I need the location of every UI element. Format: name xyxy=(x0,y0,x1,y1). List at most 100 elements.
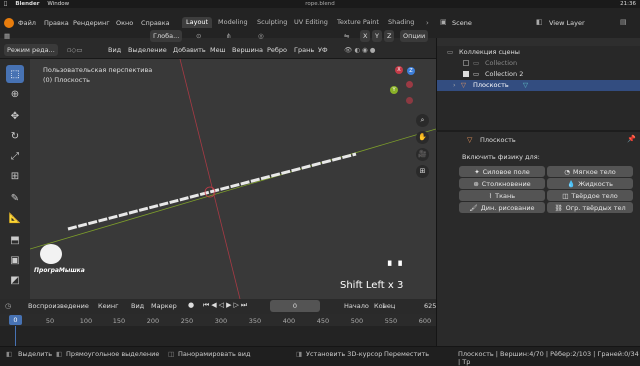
x-axis-line xyxy=(179,59,241,299)
rigid-constraint-button[interactable]: ⛓ Огр. твёрдых тел xyxy=(547,202,633,213)
menu-window[interactable]: Окно xyxy=(116,19,133,27)
menu-view[interactable]: Вид xyxy=(108,44,121,56)
app-name[interactable]: Blender xyxy=(15,1,39,7)
view-layer-name[interactable]: View Layer xyxy=(549,19,585,27)
marker-menu[interactable]: Маркер xyxy=(151,302,177,310)
mirror-icon[interactable]: ⇋ xyxy=(344,30,349,42)
force-field-button[interactable]: ✦ Силовое поле xyxy=(459,166,545,177)
mode-dropdown[interactable]: Режим реда... xyxy=(4,44,58,56)
outliner-row-collection[interactable]: ▭ Collection xyxy=(437,58,640,69)
tab-modeling[interactable]: Modeling xyxy=(214,17,252,28)
playback-controls-icon[interactable]: ⏮◀◁▶▷⏭ xyxy=(203,301,249,310)
force-field-icon: ✦ xyxy=(474,167,480,176)
outliner-row-collection-2[interactable]: ▭ Collection 2 xyxy=(437,69,640,80)
soft-body-button[interactable]: ◔ Мягкое тело xyxy=(547,166,633,177)
apple-icon[interactable]:  xyxy=(4,1,7,7)
menu-edit[interactable]: Правка xyxy=(44,19,69,27)
scale-tool-icon[interactable]: ⤢ xyxy=(6,147,24,165)
menu-help[interactable]: Справка xyxy=(141,19,170,27)
editor-type-icon[interactable]: ▦ xyxy=(4,30,10,42)
playhead[interactable]: 0 xyxy=(9,315,22,325)
mac-menu-window[interactable]: Window xyxy=(47,1,69,7)
axis-z-toggle[interactable]: Z xyxy=(384,30,395,42)
proportional-icon[interactable]: ◎ xyxy=(258,30,264,42)
blender-logo-icon[interactable] xyxy=(4,18,14,28)
pivot-icon[interactable]: ⊙ xyxy=(196,30,201,42)
record-icon[interactable]: ● xyxy=(188,301,194,309)
pin-icon[interactable]: 📌 xyxy=(627,135,636,143)
axis-x-toggle[interactable]: X xyxy=(360,30,371,42)
tab-uv-editing[interactable]: UV Editing xyxy=(290,17,332,28)
playback-menu[interactable]: Воспроизведение xyxy=(28,302,89,310)
gizmo-neg-x-axis[interactable] xyxy=(406,81,413,88)
menu-uv[interactable]: УФ xyxy=(318,44,328,56)
status-cursor: Установить 3D-курсор xyxy=(306,350,383,358)
tab-texture-paint[interactable]: Texture Paint xyxy=(333,17,383,28)
menu-file[interactable]: Файл xyxy=(18,19,36,27)
object-name-label: Плоскость xyxy=(480,136,516,144)
menu-select[interactable]: Выделение xyxy=(128,44,167,56)
annotate-tool-icon[interactable]: ✎ xyxy=(6,189,24,207)
gizmo-z-axis[interactable]: Z xyxy=(407,67,415,75)
bevel-tool-icon[interactable]: ◩ xyxy=(6,271,24,289)
current-frame-field[interactable]: 0 xyxy=(270,300,320,312)
collection-icon: ▭ xyxy=(473,70,480,78)
menu-mesh[interactable]: Меш xyxy=(210,44,226,56)
cloth-button[interactable]: ⌇ Ткань xyxy=(459,190,545,201)
zoom-icon[interactable]: ⌕ xyxy=(416,114,429,127)
keying-menu[interactable]: Кеинг xyxy=(98,302,119,310)
transform-orientation-dropdown[interactable]: Глоба... xyxy=(150,30,183,42)
rigid-body-button[interactable]: ◫ Твёрдое тело xyxy=(547,190,633,201)
tab-shading[interactable]: Shading xyxy=(384,17,418,28)
collision-button[interactable]: ⊛ Столкновение xyxy=(459,178,545,189)
viewport-overlay-icons[interactable]: 👁 ◐ ◉ ● xyxy=(344,44,375,56)
move-tool-icon[interactable]: ✥ xyxy=(6,107,24,125)
menu-vertex[interactable]: Вершина xyxy=(232,44,263,56)
scene-name[interactable]: Scene xyxy=(452,19,472,27)
menu-edge[interactable]: Ребро xyxy=(267,44,287,56)
view-menu[interactable]: Вид xyxy=(131,302,144,310)
fluid-button[interactable]: 💧 Жидкость xyxy=(547,178,633,189)
timeline-editor-icon[interactable]: ◷ xyxy=(5,302,11,310)
pan-hand-icon[interactable]: ✋ xyxy=(416,131,429,144)
clock: 21:36 xyxy=(620,1,636,7)
select-mode-icons[interactable]: ▫◇▭ xyxy=(67,44,83,56)
extrude-tool-icon[interactable]: ⬒ xyxy=(6,231,24,249)
view-layer-add-icon[interactable]: ▤ xyxy=(620,18,627,26)
menu-render[interactable]: Рендеринг xyxy=(73,19,110,27)
axis-y-toggle[interactable]: Y xyxy=(372,30,382,42)
dynamic-paint-button[interactable]: 🖌 Дин. рисование xyxy=(459,202,545,213)
measure-tool-icon[interactable]: 📐 xyxy=(6,209,24,227)
gizmo-y-axis[interactable]: Y xyxy=(390,86,398,94)
snap-icon[interactable]: ⋔ xyxy=(226,30,231,42)
tab-sculpting[interactable]: Sculpting xyxy=(253,17,291,28)
options-dropdown[interactable]: Опции xyxy=(400,30,429,42)
perspective-label: Пользовательская перспектива xyxy=(43,66,153,74)
3d-viewport[interactable]: Пользовательская перспектива (0) Плоскос… xyxy=(30,59,436,299)
camera-icon[interactable]: 🎥 xyxy=(416,148,429,161)
transform-tool-icon[interactable]: ⊞ xyxy=(6,167,24,185)
gizmo-neg-z-axis[interactable] xyxy=(406,97,413,104)
tab-layout[interactable]: Layout xyxy=(182,17,213,28)
viewport-header: ▦ Режим реда... ▫◇▭ Вид Выделение Добави… xyxy=(0,30,436,59)
rotate-tool-icon[interactable]: ↻ xyxy=(6,127,24,145)
outliner-row-scene-collection[interactable]: ▭ Коллекция сцены xyxy=(437,47,640,58)
timeline-area[interactable]: 0 50 100 150 200 250 300 350 400 450 500… xyxy=(0,314,436,346)
gizmo-x-axis[interactable]: X xyxy=(395,66,403,74)
end-frame-field[interactable]: 625 xyxy=(424,302,436,310)
inset-tool-icon[interactable]: ▣ xyxy=(6,251,24,269)
fluid-label: Жидкость xyxy=(578,179,613,188)
cursor-tool-icon[interactable]: ⊕ xyxy=(6,85,24,103)
outliner-row-plane[interactable]: › ▽ Плоскость ▽ xyxy=(437,80,640,91)
tabs-scroll-right-icon[interactable]: › xyxy=(426,19,429,27)
cloth-label: Ткань xyxy=(495,191,516,200)
expand-arrow-icon[interactable]: › xyxy=(453,80,456,91)
include-checkbox[interactable] xyxy=(463,71,469,77)
menu-face[interactable]: Грань xyxy=(294,44,314,56)
grid-toggle-icon[interactable]: ⊞ xyxy=(416,165,429,178)
select-box-tool-icon[interactable]: ⬚ xyxy=(6,65,24,83)
exclude-checkbox[interactable] xyxy=(463,60,469,66)
menu-add[interactable]: Добавить xyxy=(173,44,206,56)
mouse-mascot-logo xyxy=(40,244,62,264)
status-box-select: Прямоугольное выделение xyxy=(66,350,160,358)
